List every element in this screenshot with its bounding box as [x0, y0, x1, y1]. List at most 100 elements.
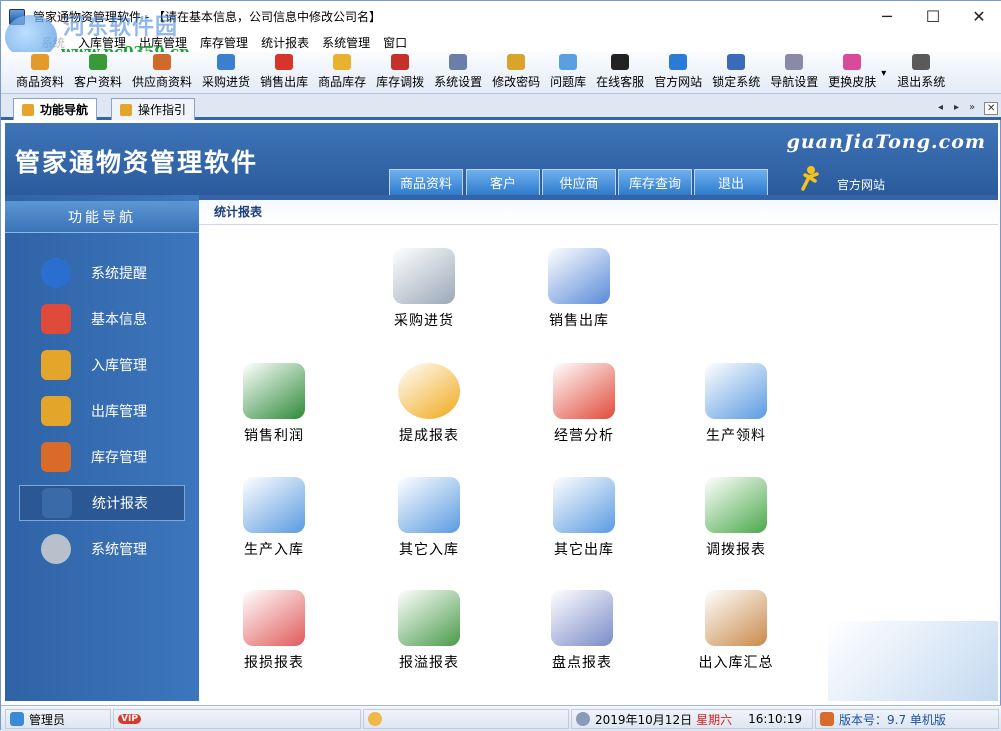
outbound-box-icon — [41, 396, 71, 426]
toolbar-button-10[interactable]: 在线客服 — [591, 51, 649, 93]
banner: 管家通物资管理软件 guanJiaTong.com 商品资料 客户 供应商 库存… — [5, 123, 998, 195]
status-version: 版本号：9.7 单机版 — [815, 709, 999, 729]
keyboard-decoration — [828, 621, 998, 701]
sidebar-item-2[interactable]: 入库管理 — [19, 347, 185, 383]
tab-scroll-left-icon[interactable]: ◂ — [938, 102, 943, 113]
toolbar-label: 问题库 — [550, 75, 587, 89]
status-bar: 管理员 VIP 2019年10月12日 星期六 16:10:19 版本号：9.7… — [1, 705, 1001, 731]
tab-list-icon[interactable]: » — [969, 102, 975, 113]
home-icon — [820, 712, 834, 726]
maximize-button[interactable]: ☐ — [910, 1, 956, 32]
report-item-9[interactable]: 调拨报表 — [681, 477, 791, 559]
transfer-houses-icon — [705, 477, 767, 533]
nav-button-customers[interactable]: 客户 — [466, 169, 540, 195]
report-item-label: 报溢报表 — [399, 655, 459, 671]
toolbar-button-12[interactable]: 锁定系统 — [707, 51, 765, 93]
report-item-12[interactable]: 盘点报表 — [527, 590, 637, 672]
report-item-2[interactable]: 销售利润 — [219, 363, 329, 445]
toolbar-button-8[interactable]: 修改密码 — [487, 51, 545, 93]
toolbar-label: 销售出库 — [260, 75, 309, 89]
customers-icon — [89, 54, 108, 70]
cubes-icon — [41, 304, 71, 334]
sales-icon — [275, 54, 294, 70]
toolbar-button-13[interactable]: 导航设置 — [765, 51, 823, 93]
toolbar-button-6[interactable]: 库存调拨 — [371, 51, 429, 93]
status-datetime: 2019年10月12日 星期六 16:10:19 — [571, 709, 813, 729]
house-out2-icon — [553, 477, 615, 533]
report-item-11[interactable]: 报溢报表 — [374, 590, 484, 672]
report-item-7[interactable]: 其它入库 — [374, 477, 484, 559]
toolbar-button-3[interactable]: 采购进货 — [197, 51, 255, 93]
site-text: guanJiaTong.com — [786, 131, 986, 153]
sidebar-header: 功能导航 — [5, 201, 199, 233]
toolbar-button-7[interactable]: 系统设置 — [429, 51, 487, 93]
toolbar-button-14[interactable]: 更换皮肤 — [823, 51, 881, 93]
title-bar[interactable]: 管家通物资管理软件 - 【请在基本信息，公司信息中修改公司名】 ─ ☐ ✕ — [1, 1, 1001, 32]
toolbar-button-4[interactable]: 销售出库 — [255, 51, 313, 93]
tab-icon — [22, 103, 34, 116]
report-item-13[interactable]: 出入库汇总 — [681, 590, 791, 672]
settings-icon — [449, 54, 468, 70]
sidebar-item-label: 基本信息 — [91, 312, 147, 328]
official-site-link[interactable]: 官方网站 — [837, 176, 885, 193]
toolbar-label: 官方网站 — [654, 75, 703, 89]
sidebar-item-6[interactable]: 系统管理 — [19, 531, 185, 567]
report-item-3[interactable]: 提成报表 — [374, 363, 484, 445]
menu-reports[interactable]: 统计报表 — [261, 34, 309, 51]
nav-button-stock-query[interactable]: 库存查询 — [618, 169, 692, 195]
toolbar-label: 供应商资料 — [132, 75, 193, 89]
tab-operation-guide[interactable]: 操作指引 — [111, 98, 196, 120]
toolbar-button-11[interactable]: 官方网站 — [649, 51, 707, 93]
nav-button-exit[interactable]: 退出 — [694, 169, 768, 195]
sidebar-item-5[interactable]: 统计报表 — [19, 485, 185, 521]
status-contact — [363, 709, 569, 729]
report-item-1[interactable]: 销售出库 — [524, 248, 634, 330]
tab-label: 功能导航 — [40, 103, 89, 117]
sidebar-item-3[interactable]: 出库管理 — [19, 393, 185, 429]
toolbar-button-2[interactable]: 供应商资料 — [127, 51, 197, 93]
toolbar-button-1[interactable]: 客户资料 — [69, 51, 127, 93]
report-item-6[interactable]: 生产入库 — [219, 477, 329, 559]
menu-bar: 系统 入库管理 出库管理 库存管理 统计报表 系统管理 窗口 — [1, 32, 1001, 52]
report-item-5[interactable]: 生产领料 — [681, 363, 791, 445]
toolbar-label: 导航设置 — [770, 75, 819, 89]
tab-function-nav[interactable]: 功能导航 — [13, 98, 98, 120]
sidebar-item-label: 库存管理 — [91, 450, 147, 466]
report-item-0[interactable]: 采购进货 — [369, 248, 479, 330]
minimize-button[interactable]: ─ — [864, 1, 910, 32]
sidebar-item-0[interactable]: 系统提醒 — [19, 255, 185, 291]
menu-sys-admin[interactable]: 系统管理 — [322, 34, 370, 51]
toolbar-button-5[interactable]: 商品库存 — [313, 51, 371, 93]
overflow-icon — [398, 590, 460, 646]
nav-button-suppliers[interactable]: 供应商 — [542, 169, 616, 195]
toolbar: 商品资料 客户资料 供应商资料 采购进货 销售出库 商品库存 库存调拨 系统设置 修改密码 问题库… — [1, 52, 1001, 94]
app-title: 管家通物资管理软件 — [15, 148, 259, 177]
toolbar-button-0[interactable]: 商品资料 — [11, 51, 69, 93]
toolbar-button-15[interactable]: 退出系统 — [892, 51, 950, 93]
report-item-4[interactable]: 经营分析 — [529, 363, 639, 445]
report-item-10[interactable]: 报损报表 — [219, 590, 329, 672]
ie-icon — [669, 54, 688, 70]
menu-outbound[interactable]: 出库管理 — [139, 34, 187, 51]
nav-button-goods[interactable]: 商品资料 — [389, 169, 463, 195]
tab-icon — [120, 103, 132, 116]
menu-stock[interactable]: 库存管理 — [200, 34, 248, 51]
breadcrumb: 统计报表 — [199, 200, 998, 225]
tab-scroll-right-icon[interactable]: ▸ — [954, 102, 959, 113]
toolbar-button-9[interactable]: 问题库 — [545, 51, 591, 93]
warehouse-icon — [41, 442, 71, 472]
gears-icon — [41, 534, 71, 564]
menu-inbound[interactable]: 入库管理 — [78, 34, 126, 51]
sidebar-item-1[interactable]: 基本信息 — [19, 301, 185, 337]
tab-close-icon[interactable]: ✕ — [984, 102, 999, 115]
close-button[interactable]: ✕ — [956, 1, 1001, 32]
sidebar-item-4[interactable]: 库存管理 — [19, 439, 185, 475]
menu-system[interactable]: 系统 — [41, 34, 65, 51]
runner-icon — [801, 166, 819, 191]
menu-window[interactable]: 窗口 — [383, 34, 407, 51]
skin-dropdown-icon[interactable]: ▾ — [881, 68, 886, 79]
summary-boxes-icon — [705, 590, 767, 646]
vip-badge-icon: VIP — [118, 714, 141, 724]
user-icon — [10, 712, 24, 726]
report-item-8[interactable]: 其它出库 — [529, 477, 639, 559]
